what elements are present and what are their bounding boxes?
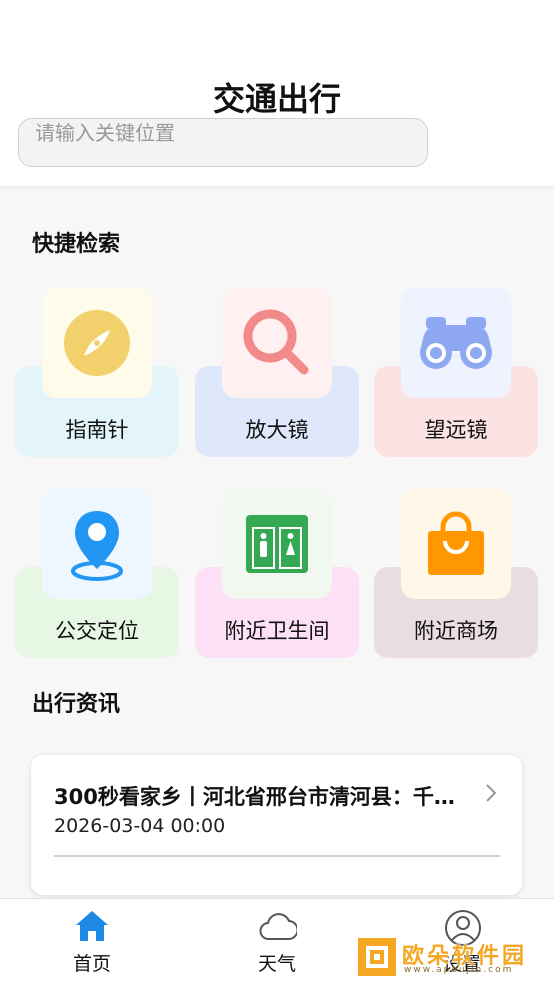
mall-tile[interactable]	[401, 489, 511, 599]
nav-weather[interactable]: 天气	[217, 899, 337, 985]
watermark-logo-icon	[358, 938, 396, 976]
quick-item-label: 放大镜	[245, 418, 309, 442]
quick-item-label: 指南针	[65, 418, 129, 442]
magnifier-tile[interactable]	[222, 288, 332, 398]
nav-home[interactable]: 首页	[32, 899, 152, 985]
header: 请输入关键位置 交通出行	[0, 0, 554, 186]
quick-item-label: 望远镜	[424, 418, 488, 442]
cloud-icon	[259, 913, 297, 941]
chevron-right-icon	[486, 784, 497, 802]
nav-weather-label: 天气	[257, 953, 296, 975]
search-placeholder: 请输入关键位置	[35, 121, 175, 145]
search-input[interactable]: 请输入关键位置	[18, 118, 428, 167]
magnifier-icon	[243, 309, 309, 375]
restroom-icon	[246, 515, 308, 573]
watermark: 欧朵软件园 www.apoujin.com	[356, 936, 546, 978]
binoculars-icon	[420, 317, 492, 369]
news-date: 2026-03-04 00:00	[54, 815, 226, 837]
home-icon	[76, 911, 108, 941]
bus-location-tile[interactable]	[42, 489, 152, 599]
location-pin-icon	[71, 511, 123, 581]
news-headline: 300秒看家乡丨河北省邢台市清河县：千年古县焕新颜	[54, 785, 474, 809]
news-card[interactable]: 300秒看家乡丨河北省邢台市清河县：千年古县焕新颜 2026-03-04 00:…	[31, 755, 522, 895]
quick-item-label: 附近商场	[414, 619, 498, 643]
compass-icon	[64, 310, 130, 376]
nav-home-label: 首页	[72, 953, 111, 975]
compass-tile[interactable]	[42, 288, 152, 398]
divider	[54, 855, 500, 857]
shopping-bag-icon	[428, 511, 484, 575]
news-section-title: 出行资讯	[32, 692, 121, 717]
watermark-url: www.apoujin.com	[404, 965, 514, 975]
restroom-tile[interactable]	[222, 489, 332, 599]
quick-item-label: 附近卫生间	[224, 619, 330, 643]
page-title: 交通出行	[212, 80, 341, 118]
quick-search-title: 快捷检索	[32, 232, 121, 257]
binoculars-tile[interactable]	[401, 288, 511, 398]
quick-item-label: 公交定位	[55, 619, 139, 643]
